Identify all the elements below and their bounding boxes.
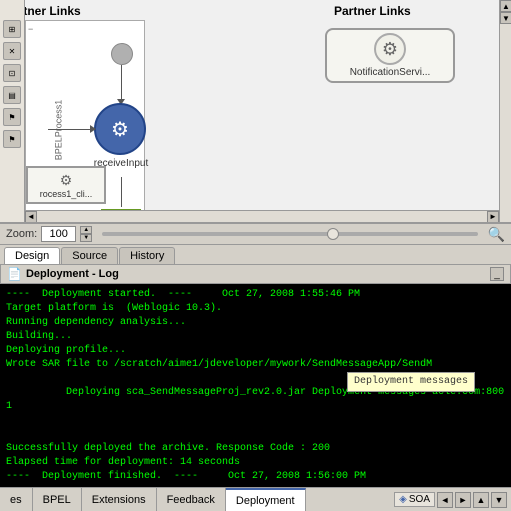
log-header-left: 📄 Deployment - Log bbox=[7, 267, 119, 281]
flow-start-circle bbox=[111, 43, 133, 65]
soa-icon: ◈ bbox=[399, 494, 407, 505]
log-header: 📄 Deployment - Log _ bbox=[0, 265, 511, 284]
bottom-tab-deployment[interactable]: Deployment bbox=[226, 488, 306, 511]
zoom-down-btn[interactable]: ▼ bbox=[80, 234, 92, 242]
zoom-label: Zoom: bbox=[6, 228, 37, 240]
bpel-collapse-btn[interactable]: − bbox=[28, 24, 33, 34]
scroll-up-btn[interactable]: ▲ bbox=[500, 0, 511, 12]
bottom-tab-es[interactable]: es bbox=[0, 488, 33, 511]
log-line-5: Wrote SAR file to /scratch/aime1/jdevelo… bbox=[6, 358, 505, 372]
process1-box[interactable]: ⚙ rocess1_cli... bbox=[26, 166, 106, 204]
sidebar-icon-2[interactable]: ✕ bbox=[3, 42, 21, 60]
tab-design[interactable]: Design bbox=[4, 247, 60, 264]
notification-service-box[interactable]: ⚙ NotificationServi... bbox=[325, 28, 455, 83]
deployment-tooltip: Deployment messages bbox=[347, 372, 475, 392]
log-title: Deployment - Log bbox=[26, 268, 119, 280]
sidebar-icon-3[interactable]: ⊡ bbox=[3, 64, 21, 82]
log-panel: 📄 Deployment - Log _ ---- Deployment sta… bbox=[0, 265, 511, 487]
bottom-tab-feedback[interactable]: Feedback bbox=[157, 488, 226, 511]
log-line-2: Running dependency analysis... bbox=[6, 316, 505, 330]
arrow-left-line bbox=[48, 129, 93, 130]
nav-up-btn[interactable]: ▲ bbox=[473, 492, 489, 508]
nav-back-btn[interactable]: ◄ bbox=[437, 492, 453, 508]
arrow-left-head bbox=[90, 125, 96, 133]
log-line-4: Deploying profile... bbox=[6, 344, 505, 358]
bottom-bar: es BPEL Extensions Feedback Deployment ◈… bbox=[0, 487, 511, 511]
log-line-9: ---- Deployment finished. ---- Oct 27, 2… bbox=[6, 470, 505, 484]
flow-line-2 bbox=[121, 177, 122, 207]
notif-gear-icon: ⚙ bbox=[382, 39, 398, 60]
scroll-left-btn[interactable]: ◄ bbox=[25, 211, 37, 223]
zoom-spinner: ▲ ▼ bbox=[80, 226, 92, 242]
notif-label: NotificationServi... bbox=[350, 67, 431, 78]
log-line-6-container: Deploying sca_SendMessageProj_rev2.0.jar… bbox=[6, 372, 505, 442]
bottom-scrollbar: ◄ ► bbox=[25, 210, 499, 222]
sidebar-icon-1[interactable]: ⊞ bbox=[3, 20, 21, 38]
bottom-tab-bpel[interactable]: BPEL bbox=[33, 488, 82, 511]
right-scrollbar: ▲ ▼ bbox=[499, 0, 511, 222]
flow-line-1 bbox=[121, 65, 122, 100]
main-container: Partner Links Partner Links ⊞ ✕ ⊡ ▤ ⚑ ⚑ … bbox=[0, 0, 511, 511]
nav-down-btn[interactable]: ▼ bbox=[491, 492, 507, 508]
soa-badge: ◈ SOA bbox=[394, 492, 435, 507]
tab-history[interactable]: History bbox=[119, 247, 175, 264]
log-icon: 📄 bbox=[7, 267, 22, 281]
log-line-7: Successfully deployed the archive. Respo… bbox=[6, 442, 505, 456]
log-line-0: ---- Deployment started. ---- Oct 27, 20… bbox=[6, 288, 505, 302]
sidebar-icon-4[interactable]: ▤ bbox=[3, 86, 21, 104]
left-sidebar: ⊞ ✕ ⊡ ▤ ⚑ ⚑ bbox=[0, 0, 25, 222]
canvas-area: Partner Links Partner Links ⊞ ✕ ⊡ ▤ ⚑ ⚑ … bbox=[0, 0, 511, 223]
log-line-8: Elapsed time for deployment: 14 seconds bbox=[6, 456, 505, 470]
log-minimize-btn[interactable]: _ bbox=[490, 267, 504, 281]
scroll-down-btn[interactable]: ▼ bbox=[500, 12, 511, 24]
sidebar-icon-5[interactable]: ⚑ bbox=[3, 108, 21, 126]
sidebar-icon-6[interactable]: ⚑ bbox=[3, 130, 21, 148]
tabs-area: Design Source History bbox=[0, 245, 511, 265]
receive-input-node[interactable]: ⚙ bbox=[94, 103, 146, 155]
log-content[interactable]: ---- Deployment started. ---- Oct 27, 20… bbox=[0, 284, 511, 487]
nav-forward-btn[interactable]: ► bbox=[455, 492, 471, 508]
zoom-input[interactable] bbox=[41, 226, 76, 242]
log-line-3: Building... bbox=[6, 330, 505, 344]
log-line-6: Deploying sca_SendMessageProj_rev2.0.jar… bbox=[6, 372, 505, 442]
partner-links-right-label: Partner Links bbox=[330, 2, 415, 20]
bottom-right-controls: ◈ SOA ◄ ► ▲ ▼ bbox=[394, 492, 511, 508]
process1-gear-icon: ⚙ bbox=[60, 172, 73, 189]
tab-source[interactable]: Source bbox=[61, 247, 118, 264]
log-line-1: Target platform is (Weblogic 10.3). bbox=[6, 302, 505, 316]
zoom-up-btn[interactable]: ▲ bbox=[80, 226, 92, 234]
receive-gear-icon: ⚙ bbox=[111, 117, 129, 142]
scroll-right-btn[interactable]: ► bbox=[487, 211, 499, 223]
notif-circle: ⚙ bbox=[374, 33, 406, 65]
zoom-slider-track bbox=[102, 232, 477, 236]
bpel-label: BPELProcess1 bbox=[53, 100, 63, 161]
bottom-tab-extensions[interactable]: Extensions bbox=[82, 488, 157, 511]
zoom-slider-thumb[interactable] bbox=[327, 228, 339, 240]
process1-label: rocess1_cli... bbox=[40, 189, 93, 199]
zoom-bar: Zoom: ▲ ▼ 🔍 bbox=[0, 223, 511, 245]
zoom-search-icon[interactable]: 🔍 bbox=[488, 226, 505, 243]
